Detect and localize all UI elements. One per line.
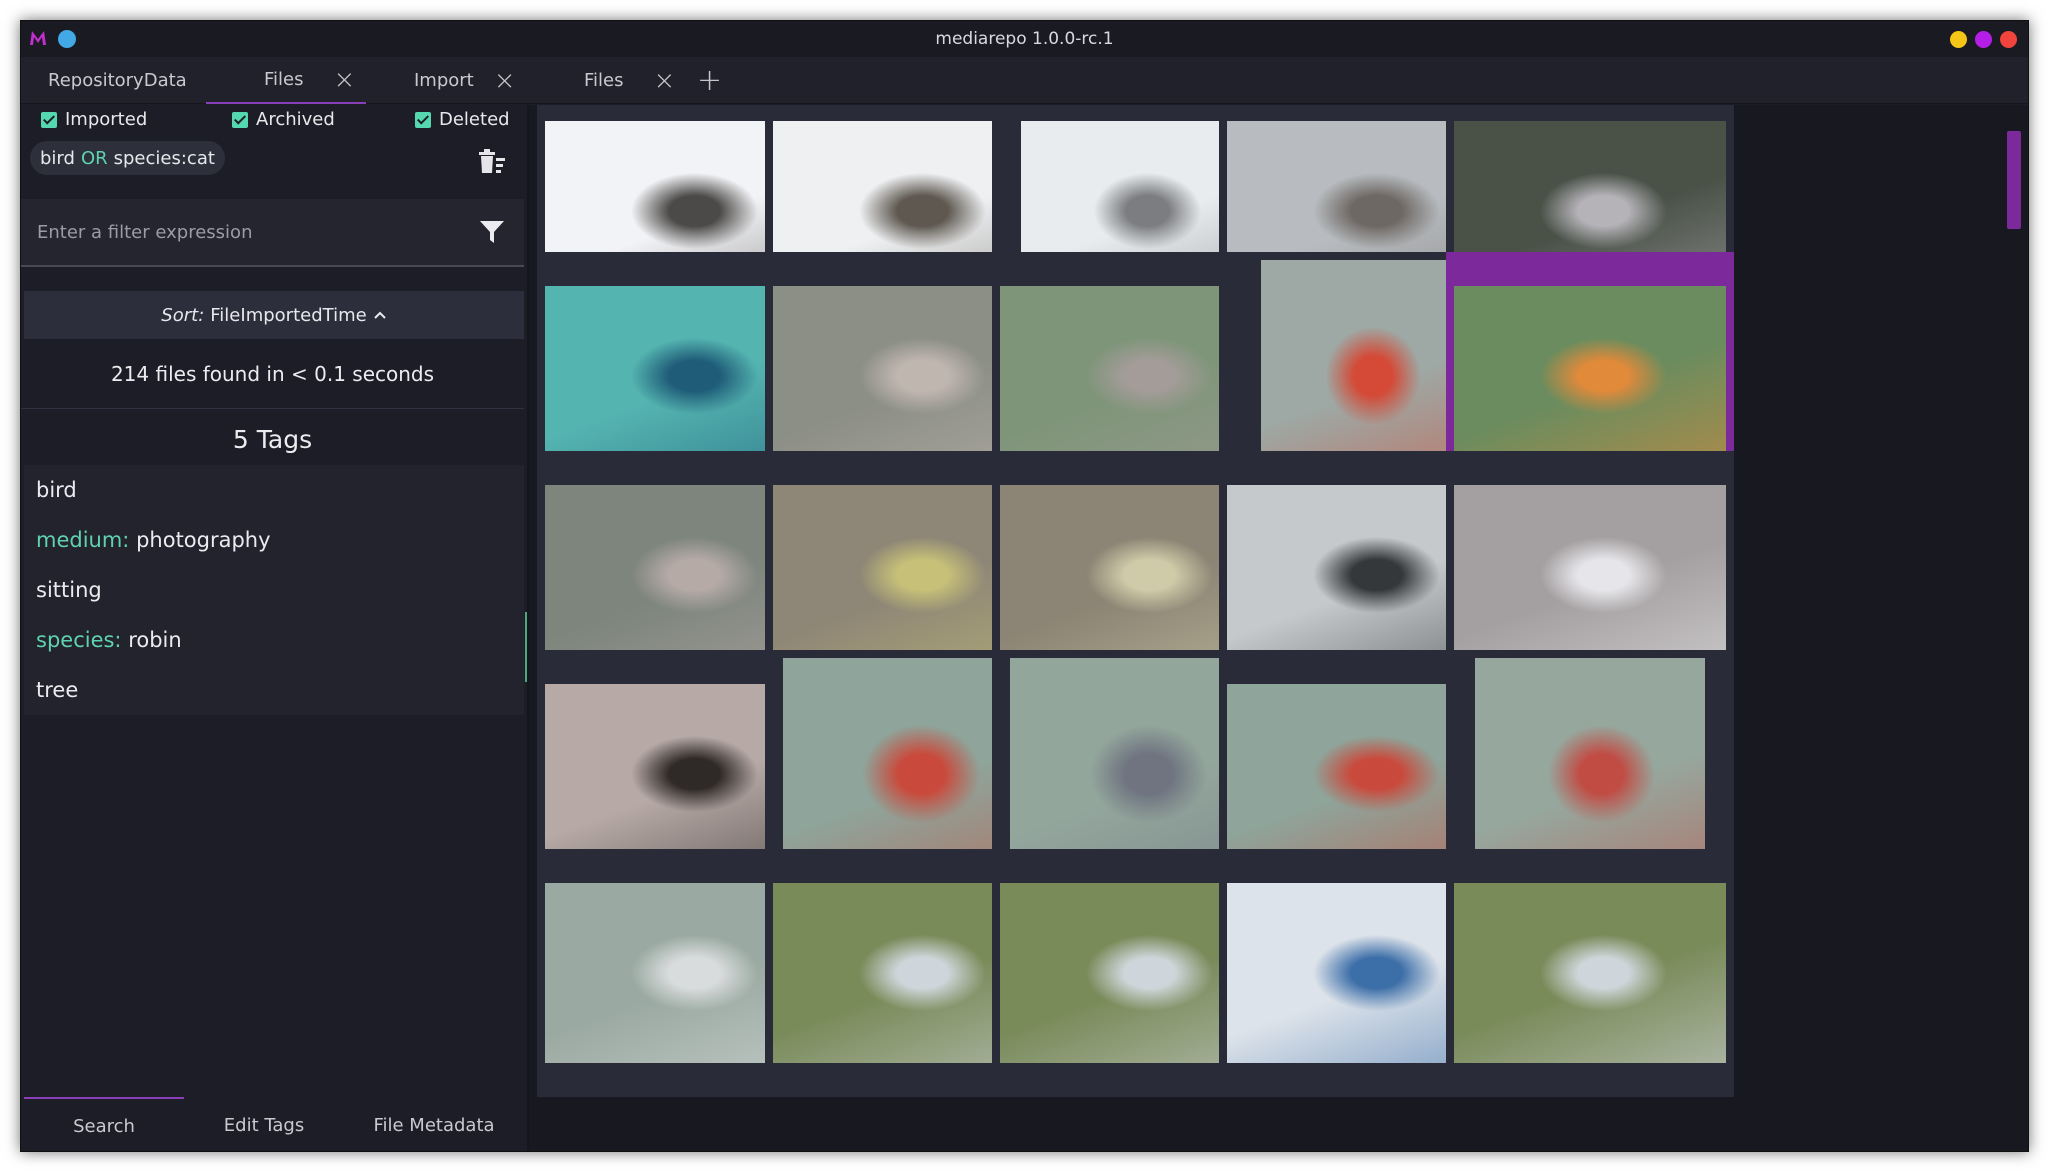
title-bar[interactable]: mediarepo 1.0.0-rc.1 xyxy=(21,21,2028,57)
checkbox-checked-icon xyxy=(232,111,248,128)
delete-filters-icon[interactable] xyxy=(477,149,507,175)
checkbox-label: Imported xyxy=(65,109,148,130)
tab-files[interactable]: Files × xyxy=(206,57,366,104)
deleted-checkbox[interactable]: Deleted xyxy=(415,109,510,130)
tag-namespace: medium: xyxy=(36,528,130,552)
minimize-button[interactable] xyxy=(1950,31,1967,48)
tab-label: Import xyxy=(414,70,474,91)
tab-label: RepositoryData xyxy=(48,70,187,91)
close-tab-icon[interactable]: × xyxy=(654,66,676,96)
close-tab-icon[interactable]: × xyxy=(494,66,516,96)
tag-item[interactable]: tree xyxy=(24,665,524,715)
tab-label: Files xyxy=(264,69,304,90)
archived-checkbox[interactable]: Archived xyxy=(232,109,335,130)
filter-operator: OR xyxy=(80,147,108,169)
tab-files-2[interactable]: Files × xyxy=(584,57,704,104)
app-status-icon xyxy=(58,30,76,48)
tab-edit-tags[interactable]: Edit Tags xyxy=(184,1097,344,1151)
checkbox-label: Deleted xyxy=(439,109,510,130)
tab-file-metadata[interactable]: File Metadata xyxy=(344,1097,524,1151)
filter-expression-input[interactable]: Enter a filter expression xyxy=(21,199,524,267)
thumbnail-image xyxy=(1454,286,1726,466)
tag-item[interactable]: sitting xyxy=(24,565,524,615)
app-window: mediarepo 1.0.0-rc.1 RepositoryData File… xyxy=(20,20,2029,1152)
filter-term: species:cat xyxy=(113,147,215,169)
tag-name: photography xyxy=(136,528,271,552)
checkbox-label: Archived xyxy=(256,109,335,130)
tag-name: robin xyxy=(128,628,182,652)
plus-icon: + xyxy=(697,63,723,98)
add-tab-button[interactable]: + xyxy=(697,57,727,104)
sort-value: FileImportedTime xyxy=(210,304,367,326)
tag-list: bird medium: photography sitting species… xyxy=(24,465,524,715)
tag-name: sitting xyxy=(36,578,102,602)
tag-item[interactable]: bird xyxy=(24,465,524,515)
close-button[interactable] xyxy=(2000,31,2017,48)
tag-namespace: species: xyxy=(36,628,122,652)
tag-item[interactable]: species: robin xyxy=(24,615,524,665)
tab-label: Search xyxy=(73,1115,135,1137)
panel-resize-handle[interactable] xyxy=(525,612,527,682)
funnel-icon[interactable] xyxy=(479,219,505,245)
file-thumbnail-cell[interactable] xyxy=(1446,849,1734,1097)
tab-search[interactable]: Search xyxy=(24,1097,184,1151)
filter-input-placeholder: Enter a filter expression xyxy=(37,221,253,243)
tab-bar: RepositoryData Files × Import × Files × … xyxy=(21,57,2028,104)
checkbox-checked-icon xyxy=(415,111,431,128)
tab-repository-data[interactable]: RepositoryData xyxy=(48,57,198,104)
tab-label: Files xyxy=(584,70,624,91)
checkbox-checked-icon xyxy=(41,111,57,128)
tab-label: Edit Tags xyxy=(223,1114,305,1136)
sort-key-label: Sort: xyxy=(161,304,205,326)
imported-checkbox[interactable]: Imported xyxy=(41,109,147,130)
app-logo-icon xyxy=(30,31,46,45)
thumbnail-image xyxy=(1454,485,1726,665)
filter-term: bird xyxy=(40,147,75,169)
sort-button[interactable]: Sort: FileImportedTime xyxy=(24,291,524,339)
file-grid[interactable] xyxy=(529,105,2028,1151)
maximize-button[interactable] xyxy=(1975,31,1992,48)
sidebar-bottom-tabs: Search Edit Tags File Metadata xyxy=(21,1097,524,1151)
tags-heading: 5 Tags xyxy=(232,425,313,454)
tag-item[interactable]: medium: photography xyxy=(24,515,524,565)
window-title: mediarepo 1.0.0-rc.1 xyxy=(935,29,1114,49)
filter-chip[interactable]: bird OR species:cat xyxy=(30,141,225,175)
result-count: 214 files found in < 0.1 seconds xyxy=(21,339,524,409)
tag-name: bird xyxy=(36,478,77,502)
thumbnail-image xyxy=(1454,883,1726,1063)
sidebar: Imported Archived Deleted bird OR specie… xyxy=(21,105,529,1151)
tab-label: File Metadata xyxy=(373,1114,495,1136)
tag-name: tree xyxy=(36,678,79,702)
close-tab-icon[interactable]: × xyxy=(334,65,356,95)
tab-import[interactable]: Import × xyxy=(414,57,534,104)
grid-scrollbar-thumb[interactable] xyxy=(2007,131,2021,229)
status-filters: Imported Archived Deleted xyxy=(21,105,527,133)
chevron-up-icon xyxy=(373,311,386,319)
